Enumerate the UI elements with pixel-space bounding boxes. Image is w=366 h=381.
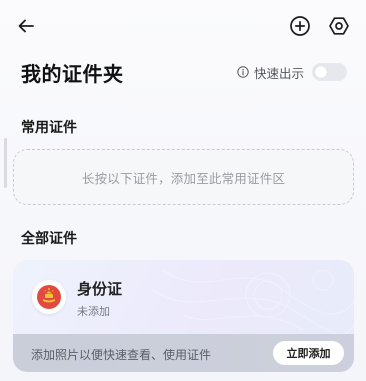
back-button[interactable] <box>14 14 38 38</box>
add-now-button[interactable]: 立即添加 <box>273 341 344 365</box>
arrow-left-icon <box>18 19 34 33</box>
page-title: 我的证件夹 <box>21 62 124 86</box>
quick-show-label: 快速出示 <box>254 65 305 81</box>
card-status: 未添加 <box>77 305 110 318</box>
section-title-all: 全部证件 <box>21 231 77 247</box>
card-tip: 添加照片以便快速查看、使用证件 <box>31 348 212 362</box>
top-bar <box>0 0 366 52</box>
quick-show-row: 快速出示 <box>236 62 348 82</box>
hexagon-settings-icon <box>329 17 349 35</box>
add-certificate-button[interactable] <box>288 14 312 38</box>
edge-handle <box>4 138 7 188</box>
toggle-knob <box>315 66 328 78</box>
info-circle-icon[interactable] <box>236 66 249 79</box>
plus-circle-icon <box>290 16 310 36</box>
quick-show-toggle[interactable] <box>312 63 348 81</box>
drop-zone-hint: 长按以下证件，添加至此常用证件区 <box>81 170 286 186</box>
national-emblem-icon <box>32 280 66 314</box>
settings-button[interactable] <box>327 14 351 38</box>
card-bottom-bar: 添加照片以便快速查看、使用证件 立即添加 <box>13 334 354 372</box>
card-title: 身份证 <box>77 280 123 298</box>
section-title-common: 常用证件 <box>21 120 77 136</box>
common-drop-zone: 长按以下证件，添加至此常用证件区 <box>13 149 354 205</box>
id-card[interactable]: 身份证 未添加 添加照片以便快速查看、使用证件 立即添加 <box>13 260 354 372</box>
